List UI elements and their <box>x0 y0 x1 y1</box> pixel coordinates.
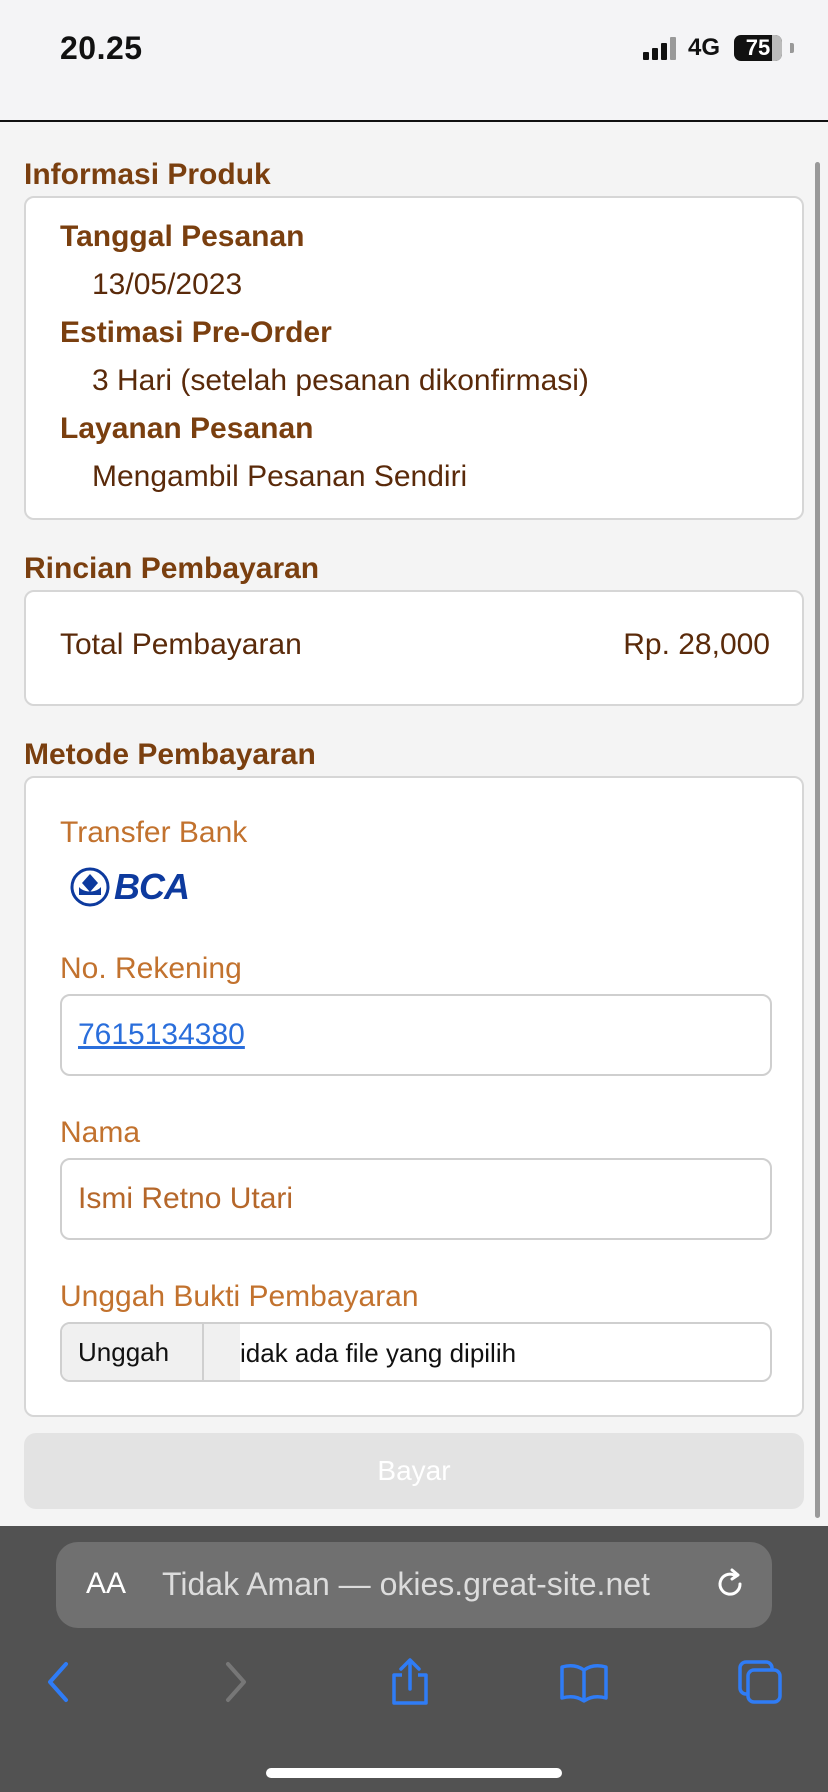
reader-settings-button[interactable]: AA <box>86 1567 126 1601</box>
signal-icon <box>642 36 676 60</box>
payment-details-card: Total Pembayaran Rp. 28,000 <box>24 590 804 706</box>
name-label: Nama <box>60 1116 141 1149</box>
status-time: 20.25 <box>60 30 143 66</box>
order-date-value: 13/05/2023 <box>92 268 243 301</box>
status-bar: 20.25 4G 75 <box>0 0 828 122</box>
bookmarks-icon <box>560 1664 608 1703</box>
upload-proof-label: Unggah Bukti Pembayaran <box>60 1280 419 1313</box>
name-field[interactable]: Ismi Retno Utari <box>60 1158 772 1240</box>
upload-proof-input[interactable]: Unggah idak ada file yang dipilih <box>60 1322 772 1382</box>
bca-logo: BCA <box>70 866 190 908</box>
service-label: Layanan Pesanan <box>60 412 314 445</box>
url-text[interactable]: Tidak Aman — okies.great-site.net <box>162 1566 650 1603</box>
page-scrollbar[interactable] <box>815 162 820 1518</box>
account-number-field[interactable]: 7615134380 <box>60 994 772 1076</box>
pay-button[interactable]: Bayar <box>24 1433 804 1509</box>
status-indicators: 4G 75 <box>642 34 794 62</box>
browser-toolbar: AA Tidak Aman — okies.great-site.net <box>0 1526 828 1792</box>
payment-method-title: Metode Pembayaran <box>24 738 316 771</box>
upload-status: idak ada file yang dipilih <box>240 1338 517 1368</box>
address-bar[interactable]: AA Tidak Aman — okies.great-site.net <box>56 1542 772 1628</box>
preorder-value: 3 Hari (setelah pesanan dikonfirmasi) <box>92 364 589 397</box>
network-type: 4G <box>687 34 720 61</box>
share-button[interactable] <box>382 1654 438 1710</box>
name-value: Ismi Retno Utari <box>78 1182 294 1215</box>
battery-icon: 75 <box>734 35 782 61</box>
aa-label: AA <box>86 1567 127 1600</box>
total-label: Total Pembayaran <box>60 628 302 661</box>
product-info-card: Tanggal Pesanan 13/05/2023 Estimasi Pre-… <box>24 196 804 520</box>
upload-button[interactable]: Unggah <box>62 1324 204 1380</box>
tabs-button[interactable] <box>732 1654 788 1710</box>
payment-method-card: Transfer Bank BCA No. Rekening 761513438… <box>24 776 804 1417</box>
payment-details-title: Rincian Pembayaran <box>24 552 320 585</box>
share-icon <box>392 1658 428 1705</box>
back-button[interactable] <box>30 1654 86 1710</box>
reload-icon[interactable] <box>712 1566 748 1602</box>
upload-button-extension[interactable] <box>204 1324 240 1380</box>
back-icon <box>48 1662 68 1702</box>
battery-level: 75 <box>745 35 771 60</box>
tabs-icon <box>738 1660 782 1704</box>
service-value: Mengambil Pesanan Sendiri <box>92 460 468 493</box>
forward-icon <box>226 1662 246 1702</box>
bca-emblem-icon <box>70 867 110 907</box>
transfer-bank-label: Transfer Bank <box>60 816 248 849</box>
forward-button[interactable] <box>208 1654 264 1710</box>
browser-nav-row <box>0 1654 828 1744</box>
account-number-link[interactable]: 7615134380 <box>78 1018 245 1052</box>
order-date-label: Tanggal Pesanan <box>60 220 305 253</box>
product-info-title: Informasi Produk <box>24 158 271 191</box>
bca-logo-text: BCA <box>114 866 190 907</box>
account-number-label: No. Rekening <box>60 952 242 985</box>
home-indicator[interactable] <box>266 1768 562 1778</box>
preorder-label: Estimasi Pre-Order <box>60 316 332 349</box>
total-value: Rp. 28,000 <box>623 628 770 661</box>
battery-tip <box>790 43 794 53</box>
bookmarks-button[interactable] <box>556 1654 612 1710</box>
